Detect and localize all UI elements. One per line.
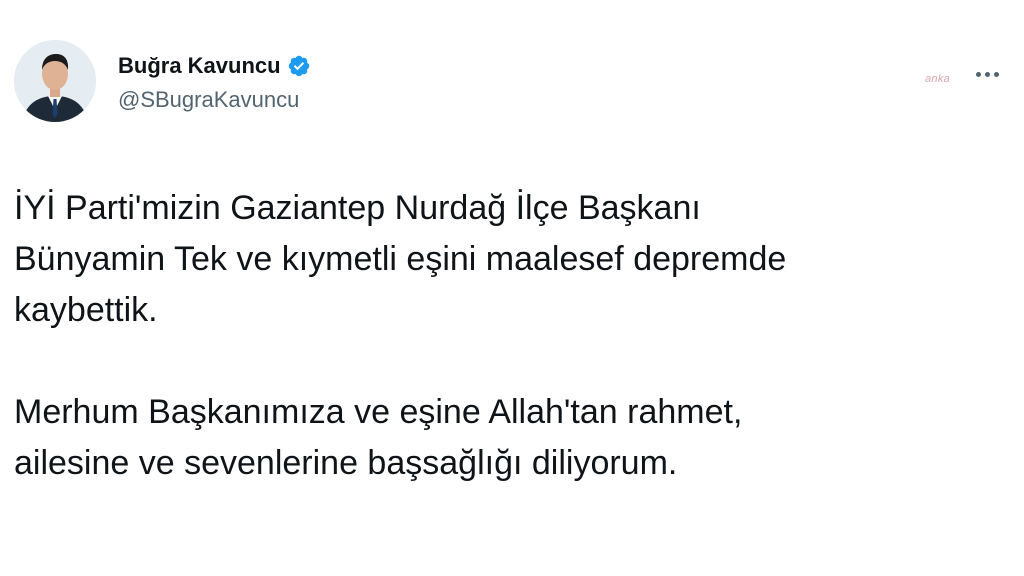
tweet-paragraph: İYİ Parti'mizin Gaziantep Nurdağ İlçe Ba…: [14, 183, 1004, 336]
profile-photo-avatar: [14, 40, 96, 122]
tweet-card: Buğra Kavuncu @SBugraKavuncu anka İYİ Pa…: [0, 0, 1024, 576]
more-options-icon[interactable]: [970, 60, 1004, 88]
tweet-line: ailesine ve sevenlerine başsağlığı diliy…: [14, 444, 678, 482]
verified-badge-icon: [287, 54, 311, 78]
tweet-text: İYİ Parti'mizin Gaziantep Nurdağ İlçe Ba…: [14, 183, 1004, 489]
tweet-line: kaybettik.: [14, 291, 158, 329]
tweet-line: İYİ Parti'mizin Gaziantep Nurdağ İlçe Ba…: [14, 189, 701, 227]
tweet-header: Buğra Kavuncu @SBugraKavuncu: [14, 40, 311, 122]
display-name[interactable]: Buğra Kavuncu: [118, 53, 281, 79]
avatar[interactable]: [14, 40, 96, 122]
author-names: Buğra Kavuncu @SBugraKavuncu: [118, 49, 311, 113]
tweet-paragraph: Merhum Başkanımıza ve eşine Allah'tan ra…: [14, 387, 1004, 489]
display-name-row: Buğra Kavuncu: [118, 49, 311, 83]
user-handle[interactable]: @SBugraKavuncu: [118, 87, 311, 113]
watermark-logo: anka: [925, 73, 951, 85]
tweet-line: Merhum Başkanımıza ve eşine Allah'tan ra…: [14, 393, 743, 431]
tweet-line: Bünyamin Tek ve kıymetli eşini maalesef …: [14, 240, 787, 278]
